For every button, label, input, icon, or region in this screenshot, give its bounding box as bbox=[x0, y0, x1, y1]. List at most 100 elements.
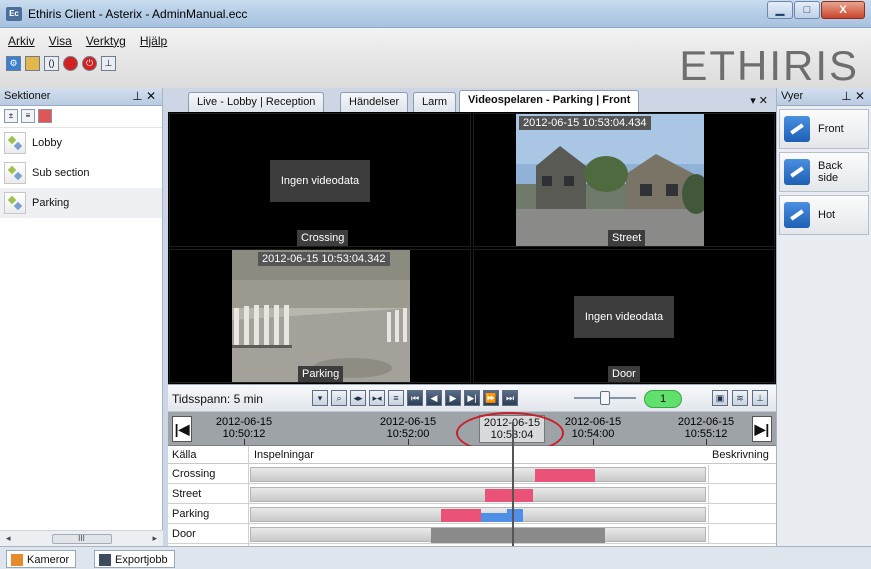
section-item-parking[interactable]: Parking bbox=[0, 188, 162, 218]
playback-buttons: ▾ ⌕ ◂▸ ▸◂ ≡ ⏮ ◀ ▶ ▶| ⏩ ⏭ bbox=[312, 390, 518, 406]
zoom-icon[interactable]: ⌕ bbox=[331, 390, 347, 406]
recording-row-door[interactable]: Door bbox=[168, 525, 776, 544]
menu-arkiv[interactable]: Arkiv bbox=[8, 34, 35, 48]
tab-kameror[interactable]: Kameror bbox=[6, 550, 77, 568]
recording-track[interactable] bbox=[250, 527, 706, 543]
ruler-tick: 2012-06-15 10:55:12 bbox=[677, 416, 735, 440]
view-label: Hot bbox=[818, 209, 836, 221]
recording-track[interactable] bbox=[250, 487, 706, 502]
red-list-icon[interactable] bbox=[38, 109, 52, 123]
tab-videospelaren[interactable]: Videospelaren - Parking | Front bbox=[459, 90, 640, 112]
col-recordings[interactable]: Inspelningar bbox=[254, 449, 314, 461]
no-video-label: Ingen videodata bbox=[270, 160, 370, 202]
view-button-hot[interactable]: Hot bbox=[779, 195, 869, 235]
tab-live-lobby[interactable]: Live - Lobby | Reception bbox=[188, 92, 325, 112]
tab-handelser[interactable]: Händelser bbox=[340, 92, 409, 112]
views-panel-title: Vyer bbox=[781, 90, 804, 102]
view-icon bbox=[784, 202, 810, 228]
export-icon[interactable]: ⊥ bbox=[101, 56, 116, 71]
ruler-back-icon[interactable]: |◀ bbox=[172, 416, 192, 442]
col-source[interactable]: Källa bbox=[172, 449, 196, 461]
views-panel: Vyer ⊥ ✕ Front Back side Hot bbox=[776, 88, 871, 546]
slider-knob[interactable] bbox=[600, 391, 610, 405]
view-label: Front bbox=[818, 123, 844, 135]
recording-segment[interactable] bbox=[431, 528, 605, 543]
recording-track[interactable] bbox=[250, 507, 706, 522]
recording-row-crossing[interactable]: Crossing bbox=[168, 465, 776, 484]
recording-track[interactable] bbox=[250, 467, 706, 482]
recording-segment[interactable] bbox=[485, 489, 533, 502]
skip-end-icon[interactable]: ⏭ bbox=[502, 390, 518, 406]
menu-hjalp[interactable]: Hjälp bbox=[140, 34, 167, 48]
close-button[interactable]: X bbox=[821, 1, 865, 19]
brackets-icon[interactable]: () bbox=[44, 56, 59, 71]
play-icon[interactable]: ▶ bbox=[445, 390, 461, 406]
section-item-sub-section[interactable]: Sub section bbox=[0, 158, 162, 188]
skip-start-icon[interactable]: ⏮ bbox=[407, 390, 423, 406]
timespan-label[interactable]: Tidsspann: 5 min bbox=[172, 392, 263, 406]
sections-panel-header: Sektioner ⊥ ✕ bbox=[0, 88, 162, 106]
list-icon[interactable]: ≡ bbox=[388, 390, 404, 406]
pin-close-icons[interactable]: ⊥ ✕ bbox=[132, 88, 156, 105]
step-forward-icon[interactable]: ▶| bbox=[464, 390, 480, 406]
sections-toolbar: ± ≡ bbox=[0, 106, 162, 128]
video-cell-door[interactable]: Ingen videodata Door bbox=[473, 249, 775, 383]
list-view-icon[interactable]: ≡ bbox=[21, 109, 35, 123]
tab-menu-close[interactable]: ▾ ✕ bbox=[750, 94, 768, 107]
recording-row-street[interactable]: Street bbox=[168, 485, 776, 504]
row-source: Door bbox=[172, 528, 196, 540]
tab-larm[interactable]: Larm bbox=[413, 92, 457, 112]
speed-slider[interactable] bbox=[574, 391, 636, 405]
view-button-front[interactable]: Front bbox=[779, 109, 869, 149]
playhead-line[interactable] bbox=[512, 422, 514, 546]
ruler-tick: 2012-06-15 10:52:00 bbox=[379, 416, 437, 440]
collapse-icon[interactable]: ▸◂ bbox=[369, 390, 385, 406]
tick-mark bbox=[706, 439, 707, 445]
video-cell-crossing[interactable]: Ingen videodata Crossing bbox=[169, 113, 471, 247]
ruler-forward-icon[interactable]: ▶| bbox=[752, 416, 772, 442]
menu-visa[interactable]: Visa bbox=[49, 34, 72, 48]
expand-icon[interactable]: ◂▸ bbox=[350, 390, 366, 406]
scroll-right-icon[interactable]: ▸ bbox=[152, 533, 157, 544]
bottom-tab-label: Exportjobb bbox=[115, 554, 168, 566]
section-icon bbox=[4, 192, 26, 214]
tick-mark bbox=[593, 439, 594, 445]
dropdown-arrow-icon[interactable]: ▾ bbox=[312, 390, 328, 406]
view-button-back-side[interactable]: Back side bbox=[779, 152, 869, 192]
layers-icon[interactable]: ≋ bbox=[732, 390, 748, 406]
view-label: Back side bbox=[818, 160, 843, 184]
window-title: Ethiris Client - Asterix - AdminManual.e… bbox=[28, 7, 248, 21]
power-icon[interactable]: ⏻ bbox=[82, 56, 97, 71]
settings-icon[interactable]: ⚙ bbox=[6, 56, 21, 71]
scroll-thumb[interactable]: III bbox=[51, 533, 112, 544]
video-grid: Ingen videodata Crossing 2012-06-15 10:5… bbox=[168, 112, 776, 384]
view-icon bbox=[784, 159, 810, 185]
step-back-icon[interactable]: ◀ bbox=[426, 390, 442, 406]
pin-close-icons[interactable]: ⊥ ✕ bbox=[841, 88, 865, 105]
video-cell-street[interactable]: 2012-06-15 10:53:04.434 Street bbox=[473, 113, 775, 247]
export-clip-icon[interactable]: ⊥ bbox=[752, 390, 768, 406]
horizontal-scrollbar[interactable]: ◂ III ▸ bbox=[0, 530, 163, 546]
video-cell-parking[interactable]: 2012-06-15 10:53:04.342 Parking bbox=[169, 249, 471, 383]
fast-forward-icon[interactable]: ⏩ bbox=[483, 390, 499, 406]
record-icon[interactable] bbox=[63, 56, 78, 71]
tab-exportjobb[interactable]: Exportjobb bbox=[94, 550, 175, 568]
scroll-left-icon[interactable]: ◂ bbox=[6, 533, 11, 544]
section-item-lobby[interactable]: Lobby bbox=[0, 128, 162, 158]
time-ruler[interactable]: |◀ 2012-06-15 10:50:12 2012-06-15 10:52:00… bbox=[168, 412, 776, 454]
snapshot-icon[interactable]: ▣ bbox=[712, 390, 728, 406]
recording-row-parking[interactable]: Parking bbox=[168, 505, 776, 524]
menu-verktyg[interactable]: Verktyg bbox=[86, 34, 126, 48]
sort-icon[interactable]: ± bbox=[4, 109, 18, 123]
bottom-tab-bar: Kameror Exportjobb bbox=[0, 546, 871, 569]
folder-icon[interactable] bbox=[25, 56, 40, 71]
col-description[interactable]: Beskrivning bbox=[712, 449, 769, 461]
recording-segment[interactable] bbox=[441, 509, 481, 522]
maximize-button[interactable]: □ bbox=[794, 1, 820, 19]
row-description bbox=[708, 525, 776, 544]
recording-segment[interactable] bbox=[507, 509, 523, 522]
recording-segment[interactable] bbox=[535, 469, 595, 482]
tick-mark bbox=[408, 439, 409, 445]
minimize-button[interactable]: ▁ bbox=[767, 1, 793, 19]
main-toolbar: ⚙ () ⏻ ⊥ bbox=[6, 56, 116, 71]
